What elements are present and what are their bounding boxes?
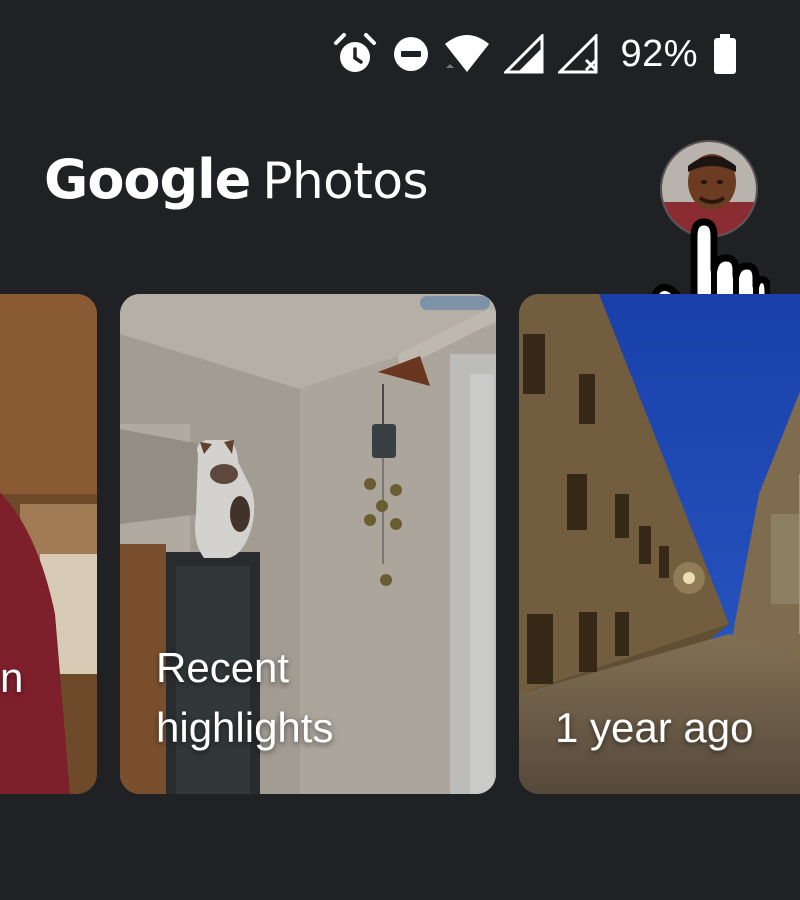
- do-not-disturb-icon: [392, 35, 430, 73]
- alarm-icon: [332, 31, 378, 77]
- battery-percent: 92%: [620, 32, 698, 75]
- memory-card-label-line1: Recent: [156, 644, 290, 691]
- cell-signal-icon: [504, 34, 544, 74]
- memory-card-recent-highlights[interactable]: Recent highlights: [120, 294, 496, 794]
- cell-signal-no-sim-icon: [558, 34, 602, 74]
- memory-card[interactable]: n: [0, 294, 97, 794]
- app-title-product: Photos: [262, 152, 428, 210]
- battery-icon: [712, 34, 738, 74]
- app-title-brand: Google: [44, 148, 251, 211]
- wifi-icon: [444, 34, 490, 74]
- memory-card-1-year-ago[interactable]: 1 year ago: [519, 294, 800, 794]
- app-title: Google Photos: [44, 148, 428, 211]
- memory-card-label: Recent highlights: [156, 638, 333, 758]
- memory-card-label-line2: highlights: [156, 704, 334, 751]
- memory-card-photo: [0, 294, 97, 794]
- memory-card-label: n: [0, 654, 24, 701]
- memory-card-label: 1 year ago: [555, 704, 754, 751]
- status-bar: 92%: [332, 28, 738, 80]
